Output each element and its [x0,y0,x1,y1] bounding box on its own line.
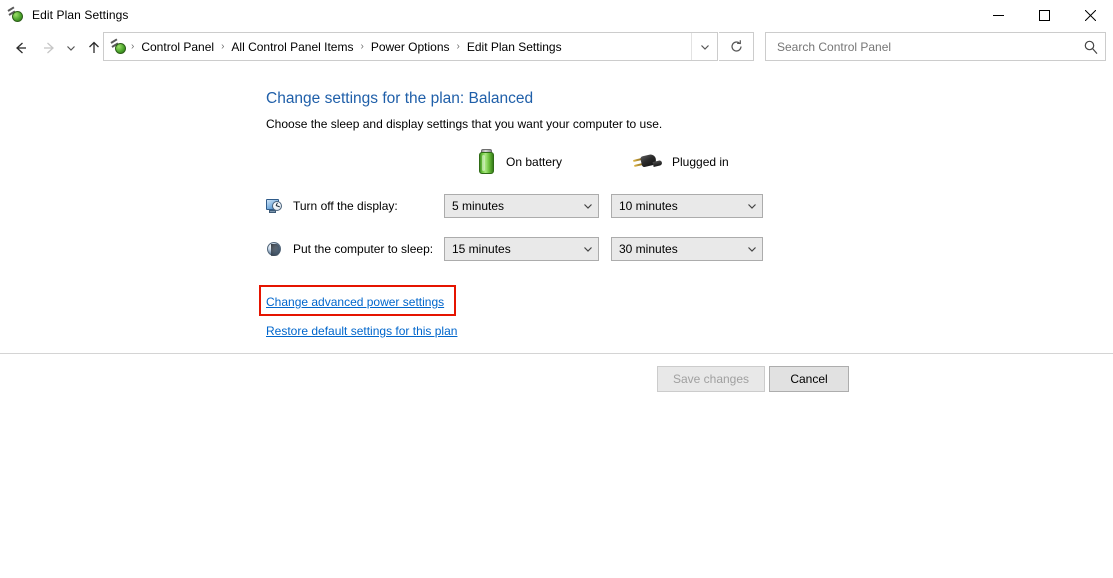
refresh-button[interactable] [719,32,754,61]
display-clock-icon [266,198,283,215]
dropdown-display-on-battery[interactable]: 5 minutes [444,194,599,218]
close-button[interactable] [1067,0,1113,30]
save-changes-button[interactable]: Save changes [657,366,765,392]
highlight-box-advanced-settings [259,285,456,316]
address-bar[interactable]: › Control Panel › All Control Panel Item… [103,32,718,61]
desktop-background [0,402,1113,578]
title-bar: Edit Plan Settings [0,0,1113,30]
dropdown-value-display-on-battery: 5 minutes [452,199,578,213]
dropdown-sleep-on-battery[interactable]: 15 minutes [444,237,599,261]
dropdown-display-plugged-in[interactable]: 10 minutes [611,194,763,218]
page-title: Change settings for the plan: Balanced [266,90,533,108]
search-button[interactable] [1077,33,1105,60]
link-restore-default-settings[interactable]: Restore default settings for this plan [266,324,457,338]
address-dropdown-button[interactable] [691,33,717,60]
search-input[interactable] [775,39,1077,55]
forward-button[interactable] [36,34,62,62]
maximize-button[interactable] [1021,0,1067,30]
minimize-icon [993,10,1004,21]
dropdown-value-display-plugged-in: 10 minutes [619,199,742,213]
column-header-plugged-in: Plugged in [632,146,729,178]
dropdown-sleep-plugged-in[interactable]: 30 minutes [611,237,763,261]
forward-arrow-icon [40,39,58,57]
main-content: Change settings for the plan: Balanced C… [0,66,1113,351]
close-icon [1085,10,1096,21]
breadcrumb-item-all-control-panel-items[interactable]: All Control Panel Items [226,38,358,56]
up-arrow-icon [85,39,103,57]
chevron-down-icon [699,41,711,53]
minimize-button[interactable] [975,0,1021,30]
column-label-plugged-in: Plugged in [672,155,729,169]
setting-label-turn-off-display: Turn off the display: [293,199,398,213]
window-title: Edit Plan Settings [32,8,129,22]
breadcrumb-item-power-options[interactable]: Power Options [366,38,455,56]
search-box[interactable] [765,32,1106,61]
breadcrumb-item-edit-plan-settings[interactable]: Edit Plan Settings [462,38,567,56]
recent-locations-button[interactable] [62,34,80,62]
breadcrumb-separator: › [455,41,462,52]
battery-icon [478,149,496,175]
column-label-on-battery: On battery [506,155,562,169]
chevron-down-icon [578,243,598,255]
setting-row-put-computer-to-sleep: Put the computer to sleep: [266,237,433,261]
setting-label-put-computer-to-sleep: Put the computer to sleep: [293,242,433,256]
maximize-icon [1039,10,1050,21]
breadcrumb-separator: › [358,41,365,52]
page-subtitle: Choose the sleep and display settings th… [266,117,662,131]
window-controls [975,0,1113,30]
sleep-icon [266,241,283,258]
chevron-down-icon [742,200,762,212]
setting-row-turn-off-display: Turn off the display: [266,194,398,218]
breadcrumb-separator: › [219,41,226,52]
cancel-button[interactable]: Cancel [769,366,849,392]
chevron-down-icon [578,200,598,212]
breadcrumb-separator: › [129,41,136,52]
power-plug-icon [632,151,662,173]
breadcrumb: › Control Panel › All Control Panel Item… [129,38,691,56]
back-arrow-icon [12,39,30,57]
power-plug-icon [8,7,24,23]
footer-bar: Save changes Cancel [0,354,1113,402]
power-plug-icon [111,39,127,55]
refresh-icon [729,39,744,54]
dropdown-value-sleep-plugged-in: 30 minutes [619,242,742,256]
breadcrumb-item-control-panel[interactable]: Control Panel [136,38,219,56]
dropdown-value-sleep-on-battery: 15 minutes [452,242,578,256]
chevron-down-icon [742,243,762,255]
column-header-on-battery: On battery [478,146,562,178]
search-icon [1083,39,1099,55]
back-button[interactable] [6,34,36,62]
chevron-down-icon [65,42,77,54]
